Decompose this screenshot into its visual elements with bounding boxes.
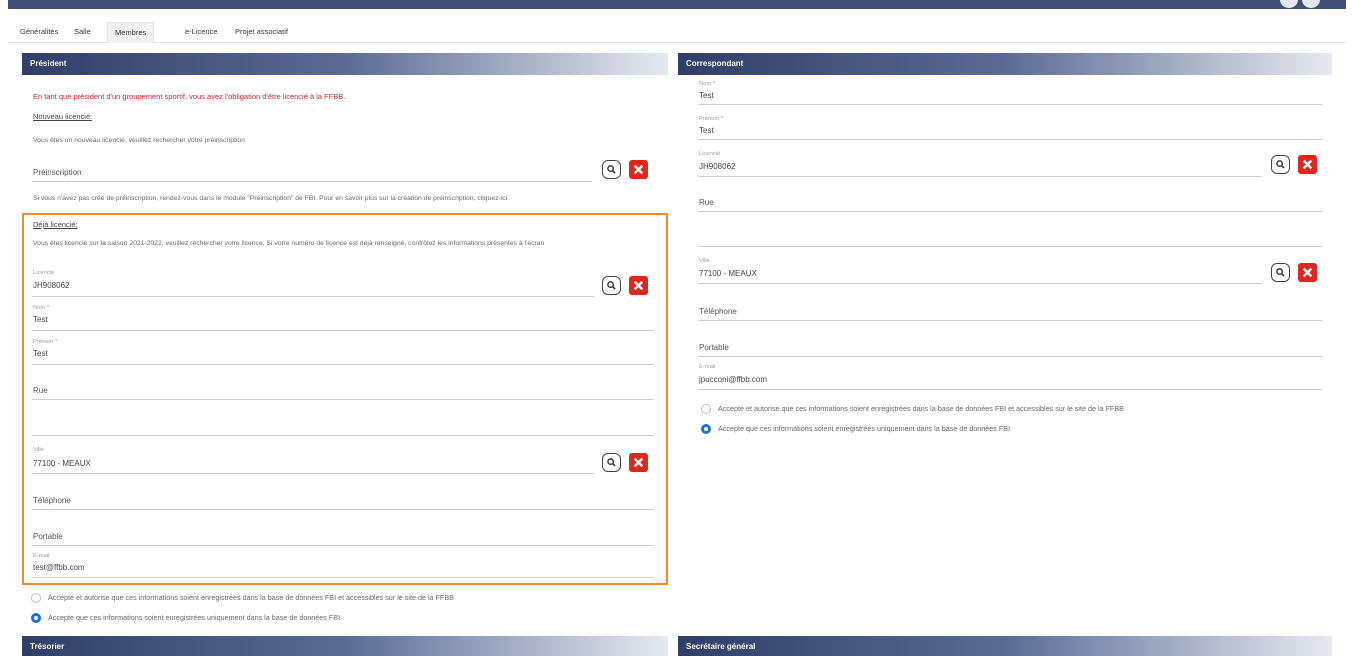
search-icon [607, 281, 616, 290]
radio-checked-icon [31, 613, 41, 623]
correspondant-rue-placeholder: Rue [699, 198, 714, 207]
correspondant-telephone-field[interactable]: Téléphone [698, 299, 1322, 321]
president-email-value: test@ffbb.com [33, 563, 85, 572]
deja-licencie-heading: Déjà licencié: [33, 220, 78, 229]
president-prenom-value: Test [33, 349, 48, 358]
radio-unchecked-icon [31, 593, 41, 603]
preinscription-clear-button[interactable] [629, 160, 648, 179]
correspondant-prenom-label: Prénom * [699, 116, 724, 122]
president-licencie-search-button[interactable] [602, 276, 621, 295]
close-icon [1302, 267, 1313, 278]
correspondant-prenom-value: Test [699, 126, 714, 135]
correspondant-licencie-label: Licencié [699, 151, 721, 157]
top-bar [8, 0, 1346, 9]
president-nom-field[interactable]: Nom * Test [32, 303, 654, 331]
tab-membres[interactable]: Membres [107, 22, 155, 43]
correspondant-ville-label: Ville [699, 258, 710, 264]
president-consent-private-label: Accepte que ces informations soient enre… [48, 613, 341, 622]
president-rue2-field[interactable] [32, 414, 654, 436]
close-icon [1302, 159, 1313, 170]
correspondant-ville-clear-button[interactable] [1298, 263, 1317, 282]
president-ville-label: Ville [33, 447, 44, 453]
tab-projet-associatif[interactable]: Projet associatif [235, 22, 288, 43]
president-ville-value: 77100 - MEAUX [33, 459, 91, 468]
president-nom-value: Test [33, 315, 48, 324]
preinscription-field[interactable]: Préinscription [32, 160, 592, 182]
preinscription-placeholder: Préinscription [33, 168, 82, 177]
correspondant-header: Correspondant [678, 53, 1332, 75]
correspondant-licencie-clear-button[interactable] [1298, 155, 1317, 174]
president-portable-placeholder: Portable [33, 532, 63, 541]
correspondant-email-value: jpucconi@ffbb.com [699, 375, 768, 384]
tab-generalites[interactable]: Généralités [20, 22, 58, 43]
correspondant-ville-field[interactable]: Ville 77100 - MEAUX [698, 256, 1262, 284]
search-icon [1276, 160, 1285, 169]
correspondant-nom-value: Test [699, 91, 714, 100]
correspondant-ville-value: 77100 - MEAUX [699, 269, 757, 278]
president-email-field[interactable]: E-mail test@ffbb.com [32, 550, 654, 578]
preinscription-help-text[interactable]: Si vous n'avez pas créé de préinscriptio… [33, 195, 509, 202]
close-icon [633, 280, 644, 291]
president-portable-field[interactable]: Portable [32, 524, 654, 546]
correspondant-rue2-field[interactable] [698, 225, 1322, 247]
president-warning: En tant que président d'un groupement sp… [33, 92, 346, 101]
tab-e-licence[interactable]: e-Licence [185, 22, 218, 43]
correspondant-licencie-search-button[interactable] [1271, 155, 1290, 174]
close-icon [633, 164, 644, 175]
correspondant-portable-field[interactable]: Portable [698, 335, 1322, 357]
president-ville-field[interactable]: Ville 77100 - MEAUX [32, 445, 594, 474]
president-email-label: E-mail [33, 553, 50, 559]
correspondant-nom-label: Nom * [699, 81, 716, 87]
president-nom-label: Nom * [33, 305, 50, 311]
radio-checked-icon [701, 424, 711, 434]
menu-icon[interactable] [1302, 0, 1320, 8]
president-prenom-field[interactable]: Prénom * Test [32, 337, 654, 365]
president-ville-search-button[interactable] [602, 453, 621, 472]
correspondant-consent-public-label: Accepte et autorise que ces informations… [718, 404, 1124, 413]
correspondant-ville-search-button[interactable] [1271, 263, 1290, 282]
president-rue-field[interactable]: Rue [32, 378, 654, 400]
secretaire-header: Secrétaire général [678, 636, 1332, 656]
president-prenom-label: Prénom * [33, 339, 58, 345]
president-ville-clear-button[interactable] [629, 453, 648, 472]
nouveau-licencie-text: Vous êtes un nouveau licencié, veuillez … [33, 137, 245, 144]
radio-unchecked-icon [701, 404, 711, 414]
tab-bar: Généralités Salle Membres e-Licence Proj… [8, 22, 1346, 43]
president-rue-placeholder: Rue [33, 386, 48, 395]
deja-licencie-text: Vous êtes licencié sur la saison 2021-20… [33, 240, 545, 247]
president-licencie-value: JH908062 [33, 281, 70, 290]
preinscription-search-button[interactable] [602, 160, 621, 179]
search-icon [1276, 268, 1285, 277]
correspondant-telephone-placeholder: Téléphone [699, 307, 737, 316]
president-telephone-field[interactable]: Téléphone [32, 488, 654, 510]
president-licencie-field[interactable]: Licencié JH908062 [32, 268, 594, 297]
correspondant-nom-field[interactable]: Nom * Test [698, 79, 1322, 105]
correspondant-consent-private-label: Accepte que ces informations soient enre… [718, 424, 1011, 433]
president-licencie-clear-button[interactable] [629, 276, 648, 295]
search-icon [607, 165, 616, 174]
user-avatar-icon[interactable] [1280, 0, 1298, 8]
nouveau-licencie-heading: Nouveau licencié: [33, 112, 93, 121]
president-consent-public-label: Accepte et autorise que ces informations… [48, 593, 454, 602]
correspondant-rue-field[interactable]: Rue [698, 190, 1322, 212]
correspondant-licencie-field[interactable]: Licencié JH908062 [698, 149, 1262, 177]
president-telephone-placeholder: Téléphone [33, 496, 71, 505]
tresorier-header: Trésorier [22, 636, 668, 656]
president-licencie-label: Licencié [33, 270, 55, 276]
correspondant-email-field[interactable]: E-mail jpucconi@ffbb.com [698, 362, 1322, 390]
close-icon [633, 457, 644, 468]
correspondant-portable-placeholder: Portable [699, 343, 729, 352]
correspondant-licencie-value: JH908062 [699, 162, 736, 171]
tab-salle[interactable]: Salle [74, 22, 91, 43]
search-icon [607, 458, 616, 467]
president-header: Président [22, 53, 668, 75]
correspondant-email-label: E-mail [699, 364, 716, 370]
correspondant-prenom-field[interactable]: Prénom * Test [698, 114, 1322, 140]
